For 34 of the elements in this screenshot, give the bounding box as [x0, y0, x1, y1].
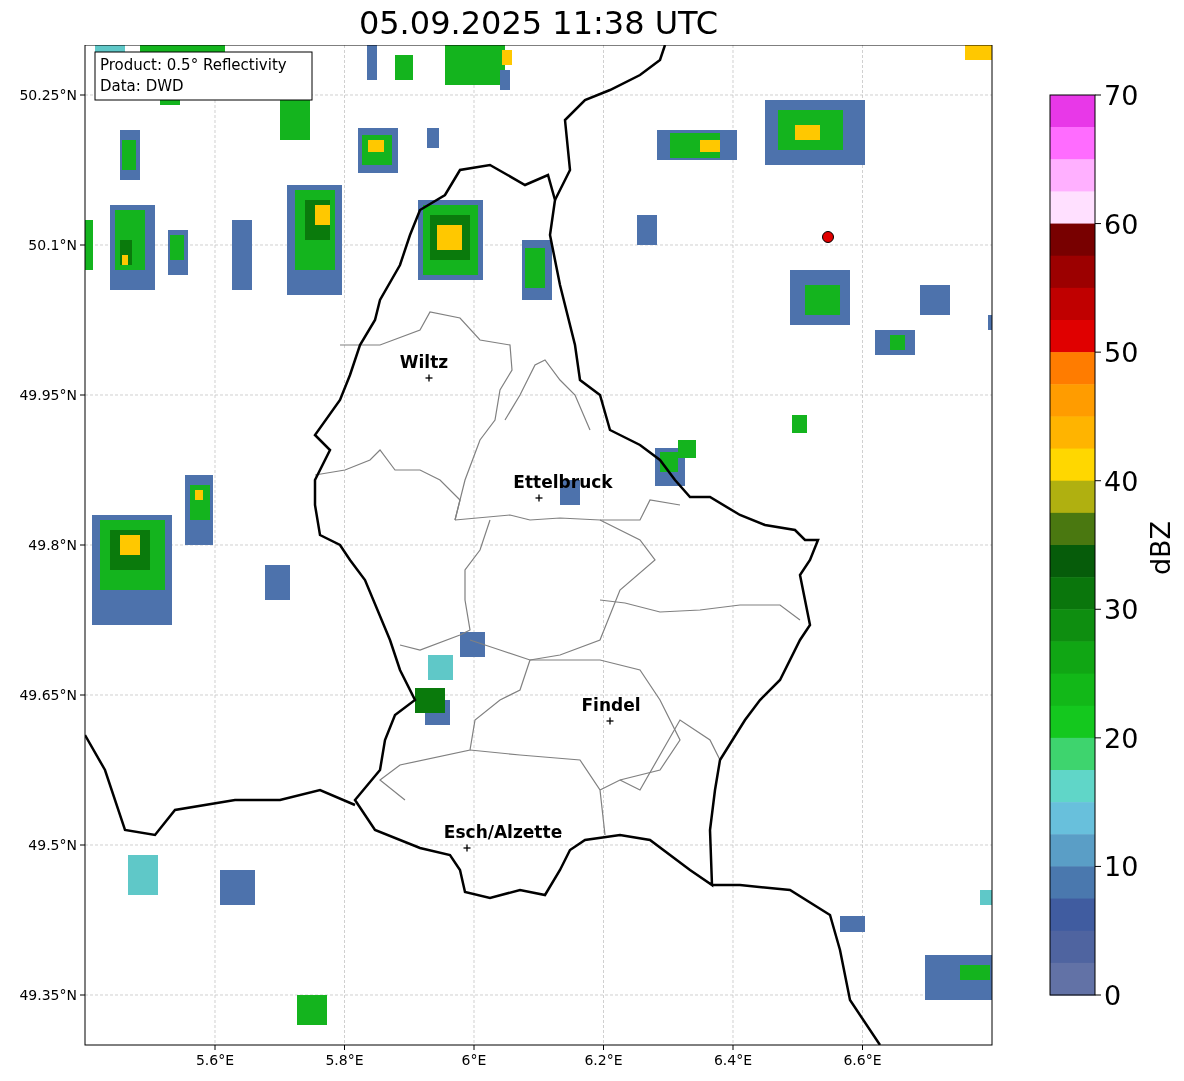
colorbar-label: dBZ	[1145, 520, 1176, 576]
colorbar-tick-label: 30	[1104, 594, 1139, 626]
colorbar-tick-label: 0	[1104, 980, 1122, 1011]
colorbar-tick-label: 10	[1104, 851, 1139, 883]
colorbar-tick-label: 70	[1104, 80, 1139, 111]
axis-tick-label: 49.95°N	[19, 387, 77, 403]
axis-tick-label: 6.6°E	[843, 1052, 882, 1068]
city-marker-icon	[462, 843, 472, 853]
city-marker-icon	[424, 373, 434, 383]
city-label: Esch/Alzette	[443, 822, 563, 842]
axis-tick-label: 50.25°N	[19, 87, 77, 103]
axis-tick-label: 6.4°E	[713, 1052, 753, 1068]
axis-tick-label: 49.35°N	[19, 987, 77, 1003]
city-label: Wiltz	[399, 352, 449, 372]
colorbar-tick-label: 60	[1104, 208, 1139, 240]
axis-tick-label: 5.8°E	[325, 1052, 364, 1068]
radar-site-marker	[822, 231, 834, 243]
figure-title: 05.09.2025 11:38 UTC	[358, 2, 719, 43]
city-marker-icon	[605, 716, 615, 726]
info-text: Product: 0.5° Reflectivity	[100, 56, 287, 74]
axis-tick-label: 49.5°N	[28, 837, 77, 853]
axis-tick-label: 50.1°N	[28, 237, 77, 253]
axis-tick-label: 6°E	[461, 1052, 487, 1068]
colorbar-tick-label: 40	[1104, 465, 1139, 497]
colorbar-tick-label: 50	[1104, 337, 1139, 369]
axis-tick-label: 49.65°N	[19, 687, 77, 703]
city-label: Findel	[581, 695, 641, 715]
info-text: Data: DWD	[100, 77, 184, 95]
axis-tick-label: 5.6°E	[195, 1052, 235, 1068]
city-marker-icon	[534, 493, 544, 503]
colorbar-tick-label: 20	[1104, 722, 1139, 754]
axis-tick-label: 6.2°E	[584, 1052, 623, 1068]
city-label: Ettelbruck	[513, 472, 613, 492]
axis-tick-label: 49.8°N	[28, 537, 77, 553]
